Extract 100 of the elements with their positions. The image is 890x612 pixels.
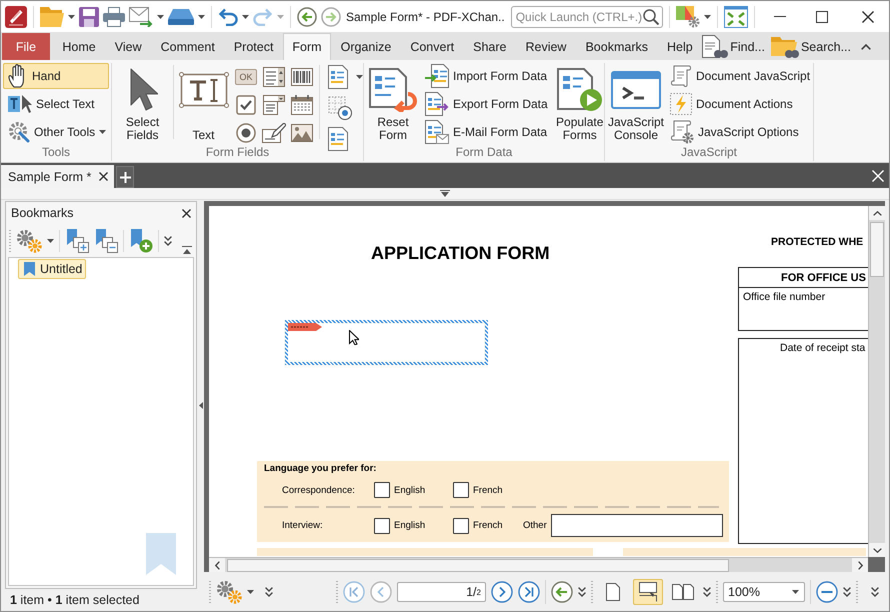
- document-list-icon[interactable]: [328, 65, 350, 89]
- ribbon-tab[interactable]: Help: [658, 33, 702, 60]
- double-chevron-icon[interactable]: [578, 587, 586, 597]
- checkbox[interactable]: [374, 482, 390, 498]
- double-chevron-icon[interactable]: [843, 587, 851, 597]
- document-javascript-button[interactable]: Document JavaScript: [665, 63, 816, 89]
- window-title: Sample Form* - PDF-XChan..: [346, 10, 505, 24]
- caret-icon[interactable]: [68, 14, 75, 18]
- form-field[interactable]: [285, 320, 488, 365]
- caret-icon[interactable]: [704, 14, 711, 18]
- ribbon-tab[interactable]: Bookmarks: [576, 33, 658, 60]
- scrollbar-thumb[interactable]: [227, 558, 729, 572]
- ribbon-tab[interactable]: Review: [516, 33, 576, 60]
- ribbon-tab[interactable]: Convert: [400, 33, 464, 60]
- email-form-data-button[interactable]: E-Mail Form Data: [420, 119, 553, 145]
- next-page-icon[interactable]: [491, 581, 513, 603]
- zoom-out-icon[interactable]: [816, 581, 838, 603]
- bookmark-add-icon[interactable]: [129, 228, 153, 252]
- caret-icon[interactable]: [242, 14, 249, 18]
- undo-arrow-icon[interactable]: [218, 8, 238, 26]
- ribbon-tab[interactable]: View: [105, 33, 152, 60]
- vertical-scrollbar[interactable]: [868, 206, 885, 557]
- populate-forms-button[interactable]: Populate Forms: [552, 63, 607, 145]
- ribbon-tab[interactable]: Protect: [224, 33, 283, 60]
- expand-arrows-icon[interactable]: [724, 6, 748, 28]
- close-icon[interactable]: [862, 10, 874, 22]
- collapse-up-icon[interactable]: [182, 246, 192, 254]
- caret-icon[interactable]: [157, 14, 164, 18]
- checkbox[interactable]: [453, 518, 469, 534]
- ribbon-tab[interactable]: Home: [52, 33, 106, 60]
- maximize-icon[interactable]: [816, 10, 828, 22]
- combo-box-icon[interactable]: [263, 95, 285, 115]
- double-chevron-icon[interactable]: [871, 587, 879, 597]
- mouse-pointer-icon: [349, 330, 359, 345]
- scrollbar-thumb[interactable]: [870, 222, 884, 277]
- import-form-data-button[interactable]: Import Form Data: [420, 63, 553, 89]
- image-icon[interactable]: [291, 124, 313, 142]
- radio-tool-icon[interactable]: [236, 123, 256, 143]
- file-menu-tab[interactable]: File: [2, 33, 50, 60]
- group-label: Form Data: [454, 145, 514, 161]
- other-input-field[interactable]: [551, 514, 723, 537]
- color-squares-gear-icon[interactable]: [676, 6, 700, 28]
- ribbon-tab[interactable]: Share: [464, 33, 516, 60]
- document-actions-button[interactable]: Document Actions: [665, 91, 816, 117]
- ribbon-tab[interactable]: Organize: [331, 33, 401, 60]
- caret-icon[interactable]: [47, 238, 54, 242]
- text-field-button[interactable]: Text: [176, 63, 231, 145]
- scanner-icon[interactable]: [168, 8, 194, 24]
- select-fields-button[interactable]: Select Fields: [114, 63, 171, 145]
- checkbox[interactable]: [453, 482, 469, 498]
- document-list-icon[interactable]: [328, 127, 350, 151]
- reset-form-button[interactable]: Reset Form: [366, 63, 420, 145]
- caret-icon[interactable]: [792, 590, 799, 594]
- printer-icon[interactable]: [103, 6, 125, 26]
- page-layout-button[interactable]: [633, 579, 663, 605]
- javascript-options-button[interactable]: JavaScript Options: [665, 119, 816, 145]
- caret-icon[interactable]: [198, 14, 205, 18]
- checkbox-tool-icon[interactable]: [236, 95, 256, 115]
- hand-tool-button[interactable]: Hand: [3, 63, 109, 89]
- caret-icon[interactable]: [247, 590, 254, 594]
- bookmark-icon: [24, 262, 35, 276]
- signature-pen-icon[interactable]: [262, 123, 286, 143]
- zoom-dropdown[interactable]: 100%: [723, 582, 805, 602]
- app-logo-icon[interactable]: [5, 6, 27, 28]
- page-number-field[interactable]: 1/$^{2}$: [397, 582, 486, 602]
- barcode-icon[interactable]: [291, 68, 313, 86]
- select-text-button[interactable]: Select Text: [3, 91, 109, 117]
- bookmark-item[interactable]: Untitled: [18, 259, 86, 279]
- push-button-tool[interactable]: OK: [235, 69, 257, 85]
- export-form-data-button[interactable]: Export Form Data: [420, 91, 553, 117]
- caret-icon[interactable]: [99, 130, 106, 134]
- javascript-console-button[interactable]: JavaScript Console: [607, 63, 665, 145]
- ribbon-tab[interactable]: Form: [282, 33, 332, 60]
- collapse-ribbon-caret-icon[interactable]: [861, 44, 871, 50]
- search-button[interactable]: Search...: [770, 34, 851, 58]
- double-chevron-icon[interactable]: [703, 587, 711, 597]
- dotted-grid-eye-icon[interactable]: [328, 96, 352, 120]
- minimize-icon[interactable]: [774, 16, 786, 17]
- double-chevron-icon[interactable]: [265, 587, 273, 597]
- calendar-icon[interactable]: [291, 95, 313, 115]
- bookmark-collapse-icon[interactable]: [94, 228, 118, 252]
- new-tab-button[interactable]: [116, 166, 134, 188]
- find-button[interactable]: Find...: [702, 34, 765, 58]
- horizontal-scrollbar[interactable]: [209, 557, 868, 572]
- list-box-icon[interactable]: [263, 67, 285, 87]
- gears-icon[interactable]: [16, 228, 42, 252]
- bookmark-expand-icon[interactable]: [65, 228, 89, 252]
- collapse-down-icon[interactable]: [440, 190, 450, 197]
- checkbox[interactable]: [374, 518, 390, 534]
- document-tab[interactable]: Sample Form *: [1, 165, 114, 188]
- close-icon[interactable]: [182, 208, 191, 218]
- ribbon-tab[interactable]: Comment: [151, 33, 224, 60]
- caret-icon[interactable]: [356, 75, 363, 79]
- double-chevron-icon[interactable]: [164, 236, 172, 246]
- gears-icon[interactable]: [216, 580, 242, 604]
- envelope-icon[interactable]: [129, 6, 153, 26]
- other-tools-button[interactable]: Other Tools: [3, 119, 109, 145]
- quick-launch-field[interactable]: Quick Launch (CTRL+.): [510, 6, 663, 28]
- close-icon[interactable]: [99, 172, 108, 181]
- last-page-icon[interactable]: [518, 581, 540, 603]
